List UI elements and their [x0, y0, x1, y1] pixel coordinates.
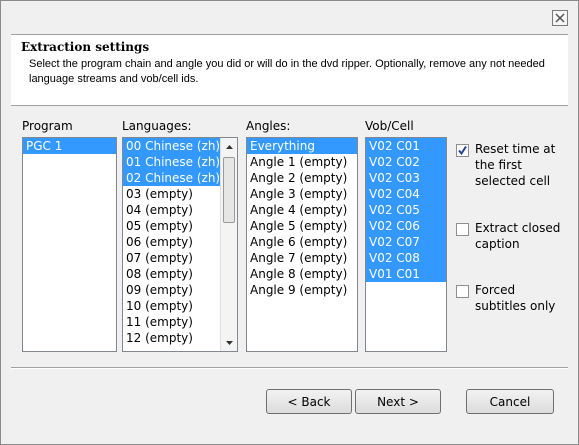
- angles-list[interactable]: Everything Angle 1 (empty) Angle 2 (empty)…: [246, 137, 358, 352]
- list-item[interactable]: Angle 5 (empty): [247, 218, 357, 234]
- title-bar: [1, 1, 578, 33]
- list-item[interactable]: Angle 2 (empty): [247, 170, 357, 186]
- next-button[interactable]: Next >: [355, 389, 441, 414]
- next-button-label: Next >: [377, 394, 419, 409]
- reset-time-option[interactable]: Reset time at the first selected cell: [456, 141, 570, 189]
- reset-time-checkbox[interactable]: [456, 144, 469, 157]
- list-item[interactable]: V02 C05: [366, 202, 446, 218]
- scroll-up-button[interactable]: [221, 138, 237, 155]
- list-item[interactable]: 03 (empty): [123, 186, 220, 202]
- scroll-down-button[interactable]: [221, 334, 237, 351]
- languages-list[interactable]: 00 Chinese (zh) 01 Chinese (zh) 02 Chinese…: [122, 137, 238, 352]
- wizard-header: Extraction settings Select the program c…: [11, 34, 568, 106]
- close-button[interactable]: [552, 10, 568, 26]
- list-item[interactable]: V02 C06: [366, 218, 446, 234]
- list-item[interactable]: 07 (empty): [123, 250, 220, 266]
- list-item[interactable]: 00 Chinese (zh): [123, 138, 220, 154]
- closed-caption-label[interactable]: Extract closed caption: [475, 220, 570, 252]
- extraction-settings-dialog: Extraction settings Select the program c…: [0, 0, 579, 445]
- list-item[interactable]: Everything: [247, 138, 357, 154]
- cancel-button[interactable]: Cancel: [466, 389, 554, 414]
- list-item[interactable]: 11 (empty): [123, 314, 220, 330]
- list-item[interactable]: Angle 1 (empty): [247, 154, 357, 170]
- cancel-button-label: Cancel: [489, 394, 531, 409]
- list-item[interactable]: PGC 1: [23, 138, 116, 154]
- arrow-up-icon: [225, 144, 233, 149]
- forced-subtitles-checkbox[interactable]: [456, 285, 469, 298]
- list-item[interactable]: V02 C01: [366, 138, 446, 154]
- vobcell-list[interactable]: V02 C01 V02 C02 V02 C03 V02 C04 V02 C05 V02 C…: [365, 137, 447, 352]
- list-item[interactable]: V02 C03: [366, 170, 446, 186]
- reset-time-label[interactable]: Reset time at the first selected cell: [475, 141, 570, 189]
- list-item[interactable]: Angle 3 (empty): [247, 186, 357, 202]
- forced-subtitles-label[interactable]: Forced subtitles only: [475, 282, 570, 314]
- list-item[interactable]: V01 C01: [366, 266, 446, 282]
- back-button-label: < Back: [287, 394, 331, 409]
- back-button[interactable]: < Back: [266, 389, 352, 414]
- page-title: Extraction settings: [21, 40, 150, 54]
- languages-label: Languages:: [122, 119, 192, 133]
- list-item[interactable]: 06 (empty): [123, 234, 220, 250]
- list-item[interactable]: 08 (empty): [123, 266, 220, 282]
- list-item[interactable]: V02 C07: [366, 234, 446, 250]
- list-item[interactable]: 12 (empty): [123, 330, 220, 346]
- forced-subtitles-option[interactable]: Forced subtitles only: [456, 282, 570, 314]
- close-icon: [555, 13, 565, 23]
- list-item[interactable]: 05 (empty): [123, 218, 220, 234]
- list-item[interactable]: Angle 9 (empty): [247, 282, 357, 298]
- list-item[interactable]: Angle 7 (empty): [247, 250, 357, 266]
- list-item[interactable]: Angle 8 (empty): [247, 266, 357, 282]
- scroll-thumb[interactable]: [223, 157, 235, 223]
- closed-caption-option[interactable]: Extract closed caption: [456, 220, 570, 252]
- angles-label: Angles:: [246, 119, 291, 133]
- list-item[interactable]: 10 (empty): [123, 298, 220, 314]
- closed-caption-checkbox[interactable]: [456, 223, 469, 236]
- arrow-down-icon: [225, 340, 233, 345]
- list-item[interactable]: 09 (empty): [123, 282, 220, 298]
- list-item[interactable]: 02 Chinese (zh): [123, 170, 220, 186]
- program-list[interactable]: PGC 1: [22, 137, 117, 352]
- list-item[interactable]: 01 Chinese (zh): [123, 154, 220, 170]
- list-item[interactable]: 04 (empty): [123, 202, 220, 218]
- footer-separator: [11, 367, 568, 369]
- list-item[interactable]: V02 C08: [366, 250, 446, 266]
- languages-scrollbar[interactable]: [220, 138, 237, 351]
- page-description: Select the program chain and angle you d…: [29, 58, 545, 85]
- list-item[interactable]: Angle 4 (empty): [247, 202, 357, 218]
- list-item[interactable]: V02 C04: [366, 186, 446, 202]
- vobcell-label: Vob/Cell: [365, 119, 414, 133]
- program-label: Program: [22, 119, 73, 133]
- list-item[interactable]: V02 C02: [366, 154, 446, 170]
- checkmark-icon: [458, 145, 467, 156]
- list-item[interactable]: Angle 6 (empty): [247, 234, 357, 250]
